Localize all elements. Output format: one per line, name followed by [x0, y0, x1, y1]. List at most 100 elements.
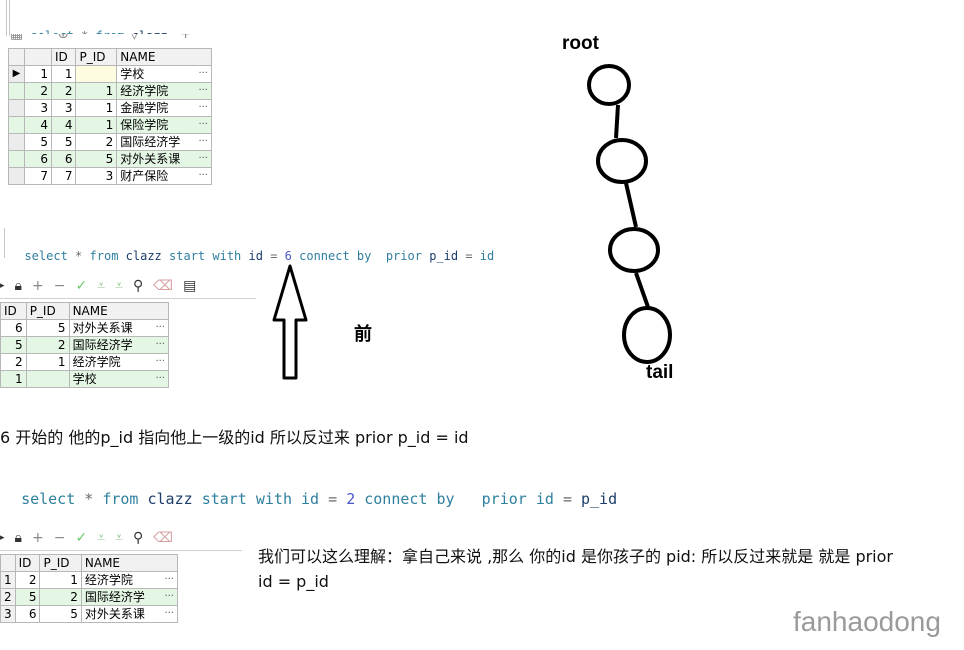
find-icon[interactable]: ⚲: [133, 278, 143, 294]
table-row[interactable]: 6 6 5 对外关系课 ···: [8, 150, 212, 168]
table-row[interactable]: 5 2 国际经济学 ···: [0, 336, 170, 354]
cell-name[interactable]: 经济学院 ···: [68, 353, 170, 371]
filter-all-icon[interactable]: ⩡: [115, 530, 123, 546]
column-header-name[interactable]: NAME: [116, 48, 212, 66]
cell-pid[interactable]: [25, 370, 70, 388]
column-header-name[interactable]: NAME: [80, 554, 179, 572]
clear-icon[interactable]: ⌫: [153, 278, 173, 294]
cell-id[interactable]: 1: [0, 370, 27, 388]
cell-name[interactable]: 国际经济学 ···: [116, 133, 212, 151]
ellipsis-button[interactable]: ···: [155, 338, 165, 353]
filter-icon[interactable]: ▽: [129, 34, 140, 42]
table-row[interactable]: 2 2 1 经济学院 ···: [8, 82, 212, 100]
ellipsis-button[interactable]: ···: [164, 590, 174, 605]
cell-name[interactable]: 保险学院 ···: [116, 116, 212, 134]
cell-id[interactable]: 5: [0, 336, 27, 354]
table-row[interactable]: 1 学校 ···: [0, 370, 170, 388]
cell-id[interactable]: 6: [50, 150, 77, 168]
cell-name[interactable]: 经济学院 ···: [80, 571, 179, 589]
ellipsis-button[interactable]: ···: [155, 355, 165, 370]
ellipsis-button[interactable]: ···: [198, 169, 208, 184]
lock-icon[interactable]: ⊕: [57, 34, 69, 42]
cell-pid[interactable]: 1: [39, 571, 82, 589]
cell-pid[interactable]: 1: [75, 116, 118, 134]
filter-all-icon[interactable]: ⩡: [115, 278, 123, 294]
ellipsis-button[interactable]: ···: [198, 135, 208, 150]
ellipsis-button[interactable]: ···: [198, 152, 208, 167]
cell-name[interactable]: 金融学院 ···: [116, 99, 212, 117]
cell-name[interactable]: 对外关系课 ···: [68, 319, 170, 337]
table-row[interactable]: 5 5 2 国际经济学 ···: [8, 133, 212, 151]
cell-pid[interactable]: 2: [39, 588, 82, 606]
add-icon[interactable]: +: [32, 530, 44, 546]
cell-id[interactable]: 1: [50, 65, 77, 83]
cell-name[interactable]: 学校 ···: [68, 370, 170, 388]
find-icon[interactable]: ⚲: [133, 530, 143, 546]
check-icon[interactable]: ✓: [75, 530, 87, 546]
table-row[interactable]: 2 1 经济学院 ···: [0, 353, 170, 371]
cell-id[interactable]: 6: [0, 319, 27, 337]
cell-name[interactable]: 学校 ···: [116, 65, 212, 83]
column-header-id[interactable]: ID: [50, 48, 77, 66]
table-row[interactable]: 7 7 3 财产保险 ···: [8, 167, 212, 185]
ellipsis-button[interactable]: ···: [198, 84, 208, 99]
cell-pid[interactable]: 1: [75, 99, 118, 117]
table-row[interactable]: 1 2 1 经济学院 ···: [0, 571, 179, 589]
check-icon[interactable]: ✓: [75, 278, 87, 294]
cell-name[interactable]: 财产保险 ···: [116, 167, 212, 185]
cell-pid[interactable]: 5: [25, 319, 70, 337]
filter-icon[interactable]: ⩡: [97, 278, 105, 294]
cell-id[interactable]: 7: [50, 167, 77, 185]
column-header-id[interactable]: ID: [14, 554, 41, 572]
cell-name[interactable]: 国际经济学 ···: [68, 336, 170, 354]
ellipsis-button[interactable]: ···: [198, 118, 208, 133]
column-header-pid[interactable]: P_ID: [39, 554, 82, 572]
ellipsis-button[interactable]: ···: [164, 607, 174, 622]
grid-view-icon[interactable]: ▦: [10, 34, 23, 42]
ellipsis-button[interactable]: ···: [155, 321, 165, 336]
ellipsis-button[interactable]: ···: [155, 372, 165, 387]
cell-id[interactable]: 6: [14, 605, 41, 623]
cell-pid[interactable]: 3: [75, 167, 118, 185]
cell-name[interactable]: 经济学院 ···: [116, 82, 212, 100]
cell-id[interactable]: 5: [14, 588, 41, 606]
cell-id[interactable]: 2: [50, 82, 77, 100]
column-header-name[interactable]: NAME: [68, 302, 170, 320]
clear-icon[interactable]: ⌫: [153, 530, 173, 546]
add-icon[interactable]: +: [180, 34, 192, 42]
table-row[interactable]: 4 4 1 保险学院 ···: [8, 116, 212, 134]
table-row[interactable]: 3 3 1 金融学院 ···: [8, 99, 212, 117]
cell-pid[interactable]: 5: [75, 150, 118, 168]
cell-pid[interactable]: 1: [75, 82, 118, 100]
cell-pid[interactable]: [75, 65, 118, 83]
remove-icon[interactable]: −: [54, 278, 66, 294]
cell-id[interactable]: 2: [14, 571, 41, 589]
add-icon[interactable]: +: [32, 278, 44, 294]
export-icon[interactable]: ▤: [183, 278, 196, 294]
cell-id[interactable]: 2: [0, 353, 27, 371]
cell-pid[interactable]: 2: [25, 336, 70, 354]
filter-icon[interactable]: ⩡: [97, 530, 105, 546]
lock-icon[interactable]: 🔒︎: [15, 278, 22, 294]
ellipsis-button[interactable]: ···: [198, 67, 208, 82]
cell-id[interactable]: 5: [50, 133, 77, 151]
cell-pid[interactable]: 1: [25, 353, 70, 371]
column-header-pid[interactable]: P_ID: [75, 48, 118, 66]
dropdown-arrow-icon[interactable]: ▸: [0, 533, 5, 543]
cell-name[interactable]: 对外关系课 ···: [116, 150, 212, 168]
cell-name[interactable]: 国际经济学 ···: [80, 588, 179, 606]
cell-pid[interactable]: 5: [39, 605, 82, 623]
cell-id[interactable]: 4: [50, 116, 77, 134]
dropdown-arrow-icon[interactable]: ▸: [0, 281, 5, 291]
remove-icon[interactable]: −: [54, 530, 66, 546]
column-header-pid[interactable]: P_ID: [25, 302, 70, 320]
table-row[interactable]: 3 6 5 对外关系课 ···: [0, 605, 179, 623]
lock-icon[interactable]: 🔒︎: [15, 530, 22, 546]
table-row[interactable]: 2 5 2 国际经济学 ···: [0, 588, 179, 606]
table-row[interactable]: ▶ 1 1 学校 ···: [8, 65, 212, 83]
table-row[interactable]: 6 5 对外关系课 ···: [0, 319, 170, 337]
cell-id[interactable]: 3: [50, 99, 77, 117]
cell-name[interactable]: 对外关系课 ···: [80, 605, 179, 623]
column-header-id[interactable]: ID: [0, 302, 27, 320]
ellipsis-button[interactable]: ···: [198, 101, 208, 116]
